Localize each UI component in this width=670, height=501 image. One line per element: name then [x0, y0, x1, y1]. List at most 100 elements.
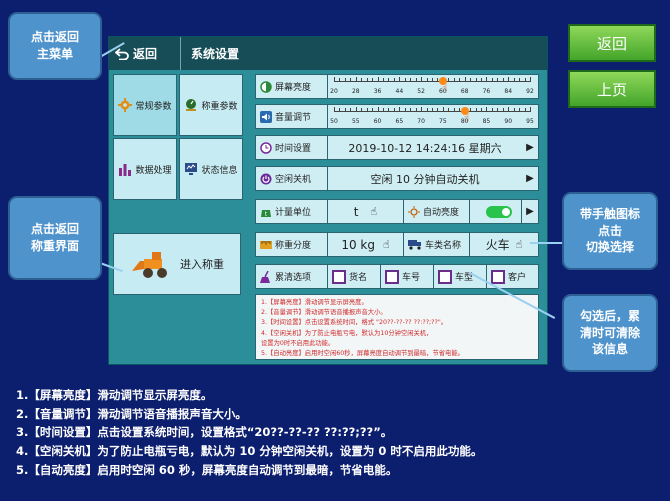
plate-checkbox[interactable]	[385, 269, 399, 284]
power-icon	[260, 173, 272, 184]
brightness-slider[interactable]: ☝ 20 28 36 44 52 60 68 76 84 92	[328, 75, 538, 98]
brightness-tick	[388, 78, 390, 82]
menu-data-label: 数据处理	[135, 165, 172, 176]
volume-tick	[432, 108, 433, 112]
unit-value: t	[353, 204, 359, 219]
volume-tick-label: 55	[351, 118, 360, 125]
callout-checkbox-hint: 勾选后，累 清时可清除 该信息	[562, 294, 658, 372]
brightness-tick-label: 84	[504, 88, 513, 95]
volume-tick	[410, 108, 412, 112]
volume-icon	[260, 110, 272, 123]
volume-tick	[502, 108, 504, 112]
back-label: 返回	[133, 47, 158, 61]
volume-tick-label: 60	[373, 118, 382, 125]
brightness-tick	[355, 77, 357, 82]
volume-tick	[491, 108, 493, 112]
callout-text: 清时可清除	[579, 325, 640, 340]
volume-tick	[393, 108, 395, 112]
idle-arrow-icon[interactable]: ▶	[522, 173, 538, 184]
unit-selector[interactable]: t ☝	[328, 200, 404, 223]
brightness-tick-label: 20	[330, 88, 338, 95]
menu-data-processing[interactable]: 数据处理	[113, 138, 177, 200]
division-selector[interactable]: 10 kg ☝	[328, 233, 404, 256]
auto-brightness-label: 自动亮度	[423, 208, 460, 218]
division-vehicle-row: 称重分度 10 kg ☝ 车类名称 火车 ☝	[255, 232, 539, 257]
volume-tick-label: 75	[439, 118, 447, 125]
return-arrow-icon	[115, 47, 129, 60]
volume-tick	[404, 108, 406, 112]
enter-weighing-label: 进入称重	[180, 258, 224, 271]
auto-brightness-toggle[interactable]	[486, 205, 512, 218]
volume-tick	[426, 108, 428, 112]
brightness-tick	[421, 77, 423, 82]
time-label: 时间设置	[275, 144, 312, 154]
brightness-tick	[399, 77, 401, 82]
volume-tick	[421, 107, 423, 112]
clear-option-plate[interactable]: 车号	[381, 265, 434, 288]
clear-label: 累清选项	[275, 273, 312, 283]
vehicle-label: 车类名称	[425, 241, 462, 251]
brightness-tick-label: 76	[482, 88, 491, 95]
brightness-tick	[519, 78, 521, 82]
brightness-tick-label: 44	[395, 88, 404, 95]
brightness-tick	[372, 78, 374, 82]
unit-label: 计量单位	[275, 208, 312, 218]
volume-slider[interactable]: ☝ 50 55 60 65 70 75 80 85 90 95	[328, 105, 538, 128]
model-checkbox[interactable]	[438, 269, 452, 284]
volume-tick	[339, 108, 341, 112]
time-setting-row[interactable]: 时间设置 2019-10-12 14:24:16 星期六 ▶	[255, 135, 539, 160]
brightness-icon	[260, 80, 272, 93]
back-button[interactable]: 返回	[109, 37, 181, 70]
brightness-tick	[464, 77, 466, 82]
idle-shutdown-row[interactable]: 空闲关机 空闲 10 分钟自动关机 ▶	[255, 166, 539, 191]
volume-track[interactable]: ☝	[334, 107, 531, 124]
note-line: 5.【自动亮度】启用时空闲 60 秒，屏幕亮度自动调节到最暗，节省电能。	[16, 462, 398, 477]
customer-checkbox[interactable]	[491, 269, 505, 284]
note-line: 4.【空闲关机】为了防止电瓶亏电，默认为 10 分钟空闲关机，设置为 0 时不启…	[16, 444, 483, 459]
callout-text: 点击返回	[30, 222, 79, 237]
time-arrow-icon[interactable]: ▶	[522, 142, 538, 153]
volume-tick-label: 65	[395, 118, 404, 125]
volume-tick	[355, 107, 357, 112]
customer-option-label: 客户	[508, 273, 527, 283]
volume-tick	[366, 108, 368, 112]
brightness-tick	[334, 77, 335, 82]
note-line: 3.【时间设置】点击设置系统时间，设置格式“20??-??-?? ??:??;?…	[16, 425, 393, 440]
help-line: 1.【屏幕亮度】滑动调节显示屏亮度。	[261, 299, 368, 306]
clear-option-cargo[interactable]: 货名	[328, 265, 381, 288]
idle-label: 空闲关机	[275, 175, 312, 185]
time-value: 2019-10-12 14:24:16 星期六	[348, 141, 502, 155]
volume-tick	[453, 108, 455, 112]
vehicle-value: 火车	[485, 238, 510, 252]
callout-text: 称重界面	[30, 239, 79, 253]
menu-general-params[interactable]: 常规参数	[113, 74, 177, 136]
volume-tick	[470, 108, 472, 112]
idle-value: 空闲 10 分钟自动关机	[370, 172, 480, 186]
brightness-tick	[524, 78, 526, 82]
volume-tick	[415, 108, 417, 112]
callout-text: 点击返回	[30, 30, 79, 45]
callout-touch-icon: 带手触图标 点击 切换选择	[562, 192, 658, 270]
brightness-tick-label: 68	[460, 88, 469, 95]
vehicle-selector[interactable]: 火车 ☝	[470, 233, 538, 256]
brightness-tick	[459, 78, 461, 82]
prev-page-button[interactable]: 上页	[568, 70, 656, 108]
menu-status-info[interactable]: 状态信息	[179, 138, 243, 200]
auto-brightness-arrow-icon[interactable]: ▶	[522, 206, 538, 217]
brightness-tick	[530, 77, 531, 82]
wheel-loader-icon	[132, 252, 167, 278]
callout-weigh-screen: 点击返回 称重界面	[8, 196, 102, 280]
monitor-icon	[185, 163, 198, 175]
return-button[interactable]: 返回	[568, 24, 656, 62]
cargo-checkbox[interactable]	[332, 269, 346, 284]
volume-tick	[399, 107, 401, 112]
brightness-tick	[393, 78, 395, 82]
brightness-track[interactable]: ☝	[334, 77, 531, 94]
brightness-tick	[453, 78, 455, 82]
enter-weighing-button[interactable]: 进入称重	[113, 233, 241, 295]
volume-tick	[388, 108, 390, 112]
menu-weighing-params[interactable]: 称重参数	[179, 74, 243, 136]
volume-tick	[350, 108, 352, 112]
page-title: 系统设置	[191, 47, 240, 61]
touch-hand-icon: ☝	[370, 205, 378, 218]
